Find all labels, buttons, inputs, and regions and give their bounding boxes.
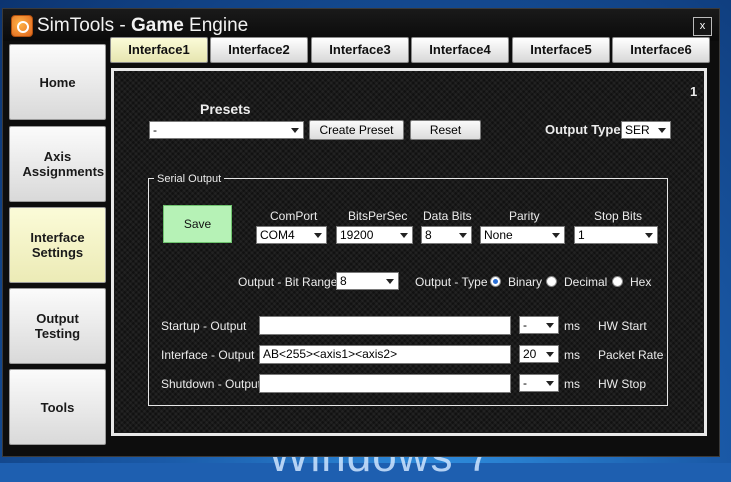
nav-output-testing-button[interactable]: Output Testing bbox=[9, 288, 106, 364]
shutdown-output-label: Shutdown - Output bbox=[161, 377, 262, 391]
data-bits-select[interactable]: 8 bbox=[421, 226, 472, 244]
decimal-radio[interactable] bbox=[546, 276, 557, 287]
hex-label: Hex bbox=[630, 275, 652, 289]
hw-start-label: HW Start bbox=[598, 319, 647, 333]
bits-per-sec-value: 19200 bbox=[340, 228, 374, 242]
nav-axis-assignments-label: Axis Assignments bbox=[22, 149, 105, 179]
output-type-label: Output Type bbox=[545, 122, 621, 137]
tab-interface3[interactable]: Interface3 bbox=[311, 37, 409, 63]
stop-bits-select[interactable]: 1 bbox=[574, 226, 658, 244]
packet-rate-label: Packet Rate bbox=[598, 348, 664, 362]
chevron-down-icon bbox=[645, 233, 653, 238]
output-type-mode-label: Output - Type bbox=[415, 275, 488, 289]
chevron-down-icon bbox=[552, 233, 560, 238]
chevron-down-icon bbox=[291, 128, 299, 133]
window-title: SimTools - Game Engine bbox=[37, 15, 249, 36]
chevron-down-icon bbox=[314, 233, 322, 238]
presets-select[interactable]: - bbox=[149, 121, 304, 139]
comport-value: COM4 bbox=[260, 228, 295, 242]
packet-rate-select[interactable]: 20 bbox=[519, 345, 559, 363]
presets-select-value: - bbox=[153, 123, 157, 137]
output-type-select[interactable]: SER bbox=[621, 121, 671, 139]
interface-ms-unit: ms bbox=[564, 348, 580, 362]
data-bits-value: 8 bbox=[425, 228, 432, 242]
shutdown-output-field[interactable] bbox=[259, 374, 511, 393]
startup-output-label: Startup - Output bbox=[161, 319, 247, 333]
hex-radio[interactable] bbox=[612, 276, 623, 287]
output-type-value: SER bbox=[625, 123, 650, 137]
presets-label: Presets bbox=[200, 101, 251, 117]
chevron-down-icon bbox=[658, 128, 666, 133]
packet-rate-value: 20 bbox=[523, 347, 537, 361]
bit-range-value: 8 bbox=[340, 274, 347, 288]
chevron-down-icon bbox=[459, 233, 467, 238]
close-button[interactable]: x bbox=[693, 17, 712, 36]
interface-output-label: Interface - Output bbox=[161, 348, 255, 362]
save-button[interactable]: Save bbox=[163, 205, 232, 243]
shutdown-ms-select[interactable]: - bbox=[519, 374, 559, 392]
reset-button[interactable]: Reset bbox=[410, 120, 481, 140]
bit-range-label: Output - Bit Range bbox=[238, 275, 338, 289]
nav-output-testing-label: Output Testing bbox=[34, 311, 81, 341]
startup-ms-value: - bbox=[523, 318, 527, 332]
chevron-down-icon bbox=[546, 381, 554, 386]
chevron-down-icon bbox=[386, 279, 394, 284]
comport-label: ComPort bbox=[270, 209, 318, 223]
data-bits-label: Data Bits bbox=[423, 209, 472, 223]
nav-home-label: Home bbox=[39, 74, 76, 90]
chevron-down-icon bbox=[400, 233, 408, 238]
chevron-down-icon bbox=[546, 352, 554, 357]
tab-interface2[interactable]: Interface2 bbox=[210, 37, 308, 63]
startup-output-field[interactable] bbox=[259, 316, 511, 335]
shutdown-ms-value: - bbox=[523, 376, 527, 390]
parity-value: None bbox=[484, 228, 513, 242]
chevron-down-icon bbox=[546, 323, 554, 328]
tab-interface4[interactable]: Interface4 bbox=[411, 37, 509, 63]
create-preset-button[interactable]: Create Preset bbox=[309, 120, 404, 140]
startup-ms-unit: ms bbox=[564, 319, 580, 333]
bit-range-select[interactable]: 8 bbox=[336, 272, 399, 290]
interface-number: 1 bbox=[690, 84, 698, 99]
nav-axis-assignments-button[interactable]: Axis Assignments bbox=[9, 126, 106, 202]
serial-output-group-title: Serial Output bbox=[154, 173, 225, 185]
stop-bits-value: 1 bbox=[578, 228, 585, 242]
nav-home-button[interactable]: Home bbox=[9, 44, 106, 120]
simtools-logo-icon bbox=[11, 15, 33, 37]
binary-label: Binary bbox=[508, 275, 543, 289]
tab-interface1[interactable]: Interface1 bbox=[110, 37, 208, 63]
nav-tools-label: Tools bbox=[40, 399, 75, 415]
bits-per-sec-select[interactable]: 19200 bbox=[336, 226, 413, 244]
nav-interface-settings-label: Interface Settings bbox=[30, 230, 85, 260]
tab-interface6[interactable]: Interface6 bbox=[612, 37, 710, 63]
decimal-label: Decimal bbox=[564, 275, 608, 289]
interface-output-field[interactable]: AB<255><axis1><axis2> bbox=[259, 345, 511, 364]
tab-interface5[interactable]: Interface5 bbox=[512, 37, 610, 63]
hw-stop-label: HW Stop bbox=[598, 377, 647, 391]
startup-ms-select[interactable]: - bbox=[519, 316, 559, 334]
bits-per-sec-label: BitsPerSec bbox=[348, 209, 408, 223]
parity-select[interactable]: None bbox=[480, 226, 565, 244]
nav-interface-settings-button[interactable]: Interface Settings bbox=[9, 207, 106, 283]
shutdown-ms-unit: ms bbox=[564, 377, 580, 391]
parity-label: Parity bbox=[509, 209, 540, 223]
binary-radio[interactable] bbox=[490, 276, 501, 287]
comport-select[interactable]: COM4 bbox=[256, 226, 327, 244]
stop-bits-label: Stop Bits bbox=[594, 209, 643, 223]
nav-tools-button[interactable]: Tools bbox=[9, 369, 106, 445]
